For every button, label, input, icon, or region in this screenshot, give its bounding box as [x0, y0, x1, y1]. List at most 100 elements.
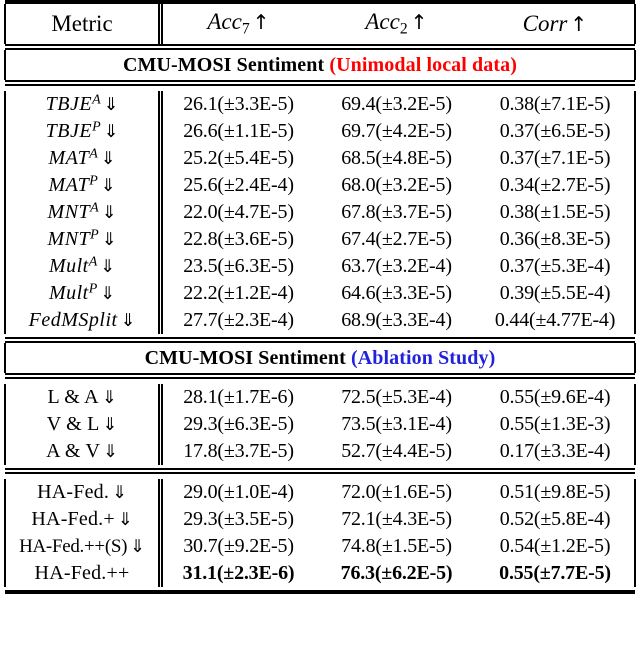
row-label: HA-Fed.++(S) ⇓: [4, 533, 164, 560]
row-label: MultP ⇓: [4, 280, 164, 307]
arrow-down-icon: ⇓: [100, 284, 116, 305]
results-table: Metric Acc7 ↑ Acc2 ↑ Corr ↑ CMU-MOSI Sentiment …: [4, 0, 636, 594]
cell-acc2: 52.7(±4.4E-5): [341, 440, 452, 462]
cell-acc2: 72.0(±1.6E-5): [341, 481, 452, 503]
table-row: L & A ⇓ 28.1(±1.7E-6) 72.5(±5.3E-4) 0.55(±9.…: [4, 384, 636, 411]
cell-corr: 0.55(±1.3E-3): [476, 411, 636, 438]
cell-acc2: 64.6(±3.3E-5): [341, 282, 452, 304]
cell-acc7: 27.7(±2.3E-4): [183, 309, 294, 331]
column-header-acc2: Acc2 ↑: [365, 9, 428, 38]
cell-corr: 0.17(±3.3E-4): [476, 438, 636, 465]
cell-acc2: 74.8(±1.5E-5): [341, 535, 452, 557]
cell-acc2: 68.9(±3.3E-4): [341, 309, 452, 331]
table-row: HA-Fed.+ ⇓ 29.3(±3.5E-5) 72.1(±4.3E-5) 0.52(…: [4, 506, 636, 533]
row-label: MNTP ⇓: [4, 226, 164, 253]
table-row: MultA ⇓ 23.5(±6.3E-5) 63.7(±3.2E-4) 0.37(±5.…: [4, 253, 636, 280]
table-row: HA-Fed. ⇓ 29.0(±1.0E-4) 72.0(±1.6E-5) 0.51(±…: [4, 479, 636, 506]
cell-acc2: 68.5(±4.8E-5): [341, 147, 452, 169]
cell-corr: 0.38(±1.5E-5): [476, 199, 636, 226]
cell-acc7: 29.3(±3.5E-5): [183, 508, 294, 530]
arrow-up-icon: ↑: [252, 10, 270, 35]
table-row: V & L ⇓ 29.3(±6.3E-5) 73.5(±3.1E-4) 0.55(±1.…: [4, 411, 636, 438]
cell-corr: 0.36(±8.3E-5): [476, 226, 636, 253]
cell-corr: 0.44(±4.77E-4): [476, 307, 636, 334]
row-label: TBJEP ⇓: [4, 118, 164, 145]
arrow-up-icon: ↑: [410, 10, 428, 35]
arrow-down-icon: ⇓: [101, 203, 117, 224]
table-row: MATA ⇓ 25.2(±5.4E-5) 68.5(±4.8E-5) 0.37(±7.1…: [4, 145, 636, 172]
cell-acc2: 67.4(±2.7E-5): [341, 228, 452, 250]
row-label: V & L ⇓: [4, 411, 164, 438]
arrow-down-icon: ⇓: [130, 537, 145, 557]
cell-acc2: 72.5(±5.3E-4): [341, 386, 452, 408]
arrow-down-icon: ⇓: [100, 257, 116, 278]
table-row: TBJEP ⇓ 26.6(±1.1E-5) 69.7(±4.2E-5) 0.37(±6.…: [4, 118, 636, 145]
cell-acc2: 73.5(±3.1E-4): [341, 413, 452, 435]
table-row: MATP ⇓ 25.6(±2.4E-4) 68.0(±3.2E-5) 0.34(±2.7…: [4, 172, 636, 199]
cell-corr: 0.38(±7.1E-5): [476, 91, 636, 118]
row-label: A & V ⇓: [4, 438, 164, 465]
row-label: HA-Fed.++: [4, 560, 164, 587]
row-label: MNTA ⇓: [4, 199, 164, 226]
section-title: CMU-MOSI Sentiment: [144, 346, 346, 369]
cell-acc7: 25.2(±5.4E-5): [183, 147, 294, 169]
cell-acc7: 23.5(±6.3E-5): [183, 255, 294, 277]
cell-corr: 0.55(±7.7E-5): [476, 560, 636, 587]
cell-corr: 0.51(±9.8E-5): [476, 479, 636, 506]
row-label: HA-Fed. ⇓: [4, 479, 164, 506]
section-header-ablation: CMU-MOSI Sentiment (Ablation Study): [4, 343, 636, 373]
arrow-down-icon: ⇓: [100, 149, 116, 170]
cell-acc7: 28.1(±1.7E-6): [183, 386, 294, 408]
row-label: L & A ⇓: [4, 384, 164, 411]
cell-acc7: 31.1(±2.3E-6): [182, 562, 295, 584]
column-header-acc7: Acc7 ↑: [207, 9, 270, 38]
column-header-metric: Metric: [4, 4, 164, 44]
cell-acc2: 76.3(±6.2E-5): [340, 562, 453, 584]
cell-acc7: 17.8(±3.7E-5): [183, 440, 294, 462]
row-label: TBJEA ⇓: [4, 91, 164, 118]
cell-acc2: 72.1(±4.3E-5): [341, 508, 452, 530]
arrow-up-icon: ↑: [570, 12, 588, 36]
row-label: MATA ⇓: [4, 145, 164, 172]
arrow-down-icon: ⇓: [101, 388, 117, 408]
table-row: MultP ⇓ 22.2(±1.2E-4) 64.6(±3.3E-5) 0.39(±5.…: [4, 280, 636, 307]
row-label: MATP ⇓: [4, 172, 164, 199]
arrow-down-icon: ⇓: [103, 95, 119, 116]
cell-acc7: 26.6(±1.1E-5): [183, 120, 294, 142]
cell-corr: 0.37(±7.1E-5): [476, 145, 636, 172]
row-label: MultA ⇓: [4, 253, 164, 280]
cell-acc2: 69.4(±3.2E-5): [341, 93, 452, 115]
cell-corr: 0.54(±1.2E-5): [476, 533, 636, 560]
cell-corr: 0.39(±5.5E-4): [476, 280, 636, 307]
arrow-down-icon: ⇓: [117, 510, 133, 530]
section-title: CMU-MOSI Sentiment: [122, 53, 325, 76]
cell-corr: 0.34(±2.7E-5): [476, 172, 636, 199]
table-row: HA-Fed.++ 31.1(±2.3E-6) 76.3(±6.2E-5) 0.55(…: [4, 560, 636, 587]
arrow-down-icon: ⇓: [120, 311, 136, 331]
cell-acc7: 30.7(±9.2E-5): [183, 535, 294, 557]
cell-acc7: 26.1(±3.3E-5): [183, 93, 294, 115]
arrow-down-icon: ⇓: [101, 230, 117, 251]
table-row: MNTP ⇓ 22.8(±3.6E-5) 67.4(±2.7E-5) 0.36(±8.3…: [4, 226, 636, 253]
arrow-down-icon: ⇓: [112, 483, 127, 503]
table-row: FedMSplit ⇓ 27.7(±2.3E-4) 68.9(±3.3E-4) 0.44…: [4, 307, 636, 334]
cell-acc2: 69.7(±4.2E-5): [341, 120, 452, 142]
cell-acc7: 25.6(±2.4E-4): [183, 174, 294, 196]
table-row: MNTA ⇓ 22.0(±4.7E-5) 67.8(±3.7E-5) 0.38(±1.5…: [4, 199, 636, 226]
arrow-down-icon: ⇓: [103, 442, 118, 462]
table-rule-thick: [5, 590, 635, 594]
cell-acc2: 63.7(±3.2E-4): [341, 255, 452, 277]
cell-corr: 0.55(±9.6E-4): [476, 384, 636, 411]
cell-corr: 0.52(±5.8E-4): [476, 506, 636, 533]
table-header-row: Metric Acc7 ↑ Acc2 ↑ Corr ↑: [4, 4, 636, 44]
cell-acc7: 22.0(±4.7E-5): [183, 201, 294, 223]
cell-acc2: 68.0(±3.2E-5): [341, 174, 452, 196]
table-row: A & V ⇓ 17.8(±3.7E-5) 52.7(±4.4E-5) 0.17(±3.…: [4, 438, 636, 465]
cell-corr: 0.37(±5.3E-4): [476, 253, 636, 280]
results-table-figure: Metric Acc7 ↑ Acc2 ↑ Corr ↑ CMU-MOSI Sentiment …: [0, 0, 640, 650]
arrow-down-icon: ⇓: [102, 415, 118, 435]
cell-acc2: 67.8(±3.7E-5): [341, 201, 452, 223]
section-tag: (Unimodal local data): [329, 53, 517, 76]
row-label: HA-Fed.+ ⇓: [4, 506, 164, 533]
column-header-corr: Corr ↑: [476, 4, 636, 44]
